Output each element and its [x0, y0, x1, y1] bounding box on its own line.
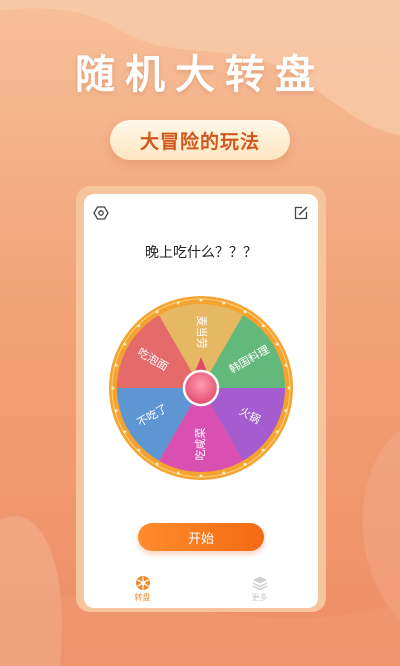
wheel-segment-label: 麦当劳: [195, 315, 208, 349]
wheel-rim-dot: [114, 409, 118, 413]
edit-icon: [294, 206, 308, 220]
wheel-segment-label: 吃咸菜: [194, 427, 207, 461]
wheel-rim-dot: [114, 363, 118, 367]
wheel-card: 晚上吃什么？？？ 麦当劳 韩国料理 火锅 吃咸菜 不吃了 吃泡面 开始 转盘 更…: [84, 194, 318, 608]
hero-title: 随机大转盘: [75, 51, 325, 98]
wheel-icon: [135, 575, 150, 590]
wheel-rim-dot: [137, 448, 141, 452]
question-text: 晚上吃什么？？？: [145, 245, 257, 261]
tab-more-label: 更多: [251, 592, 268, 602]
wheel-rim-dot: [261, 448, 265, 452]
tab-wheel-label: 转盘: [134, 592, 151, 602]
wheel-rim-dot: [261, 324, 265, 328]
wheel-rim-dot: [111, 386, 115, 390]
wheel-rim-dot: [155, 310, 159, 314]
subtitle-badge: 大冒险的玩法: [110, 120, 290, 160]
wheel-rim-dot: [284, 409, 288, 413]
wheel-rim-dot: [176, 471, 180, 475]
tab-wheel[interactable]: 转盘: [84, 568, 201, 608]
wheel-rim-dot: [284, 363, 288, 367]
wheel-rim-dot: [287, 386, 291, 390]
wheel-rim-dot: [243, 462, 247, 466]
wheel-rim-dot: [243, 310, 247, 314]
tab-bar: 转盘 更多: [84, 568, 318, 608]
layers-icon: [252, 576, 267, 590]
edit-button[interactable]: [292, 204, 310, 222]
settings-icon: [93, 206, 109, 220]
wheel-rim-dot: [222, 301, 226, 305]
spin-wheel[interactable]: 麦当劳 韩国料理 火锅 吃咸菜 不吃了 吃泡面: [107, 294, 295, 482]
wheel-rim-dot: [155, 462, 159, 466]
start-button[interactable]: 开始: [138, 523, 264, 551]
wheel-rim-dot: [222, 471, 226, 475]
tab-more[interactable]: 更多: [201, 568, 318, 608]
wheel-rim-dot: [176, 301, 180, 305]
wheel-rim-dot: [137, 324, 141, 328]
subtitle-text: 大冒险的玩法: [139, 130, 260, 153]
settings-button[interactable]: [92, 204, 110, 222]
